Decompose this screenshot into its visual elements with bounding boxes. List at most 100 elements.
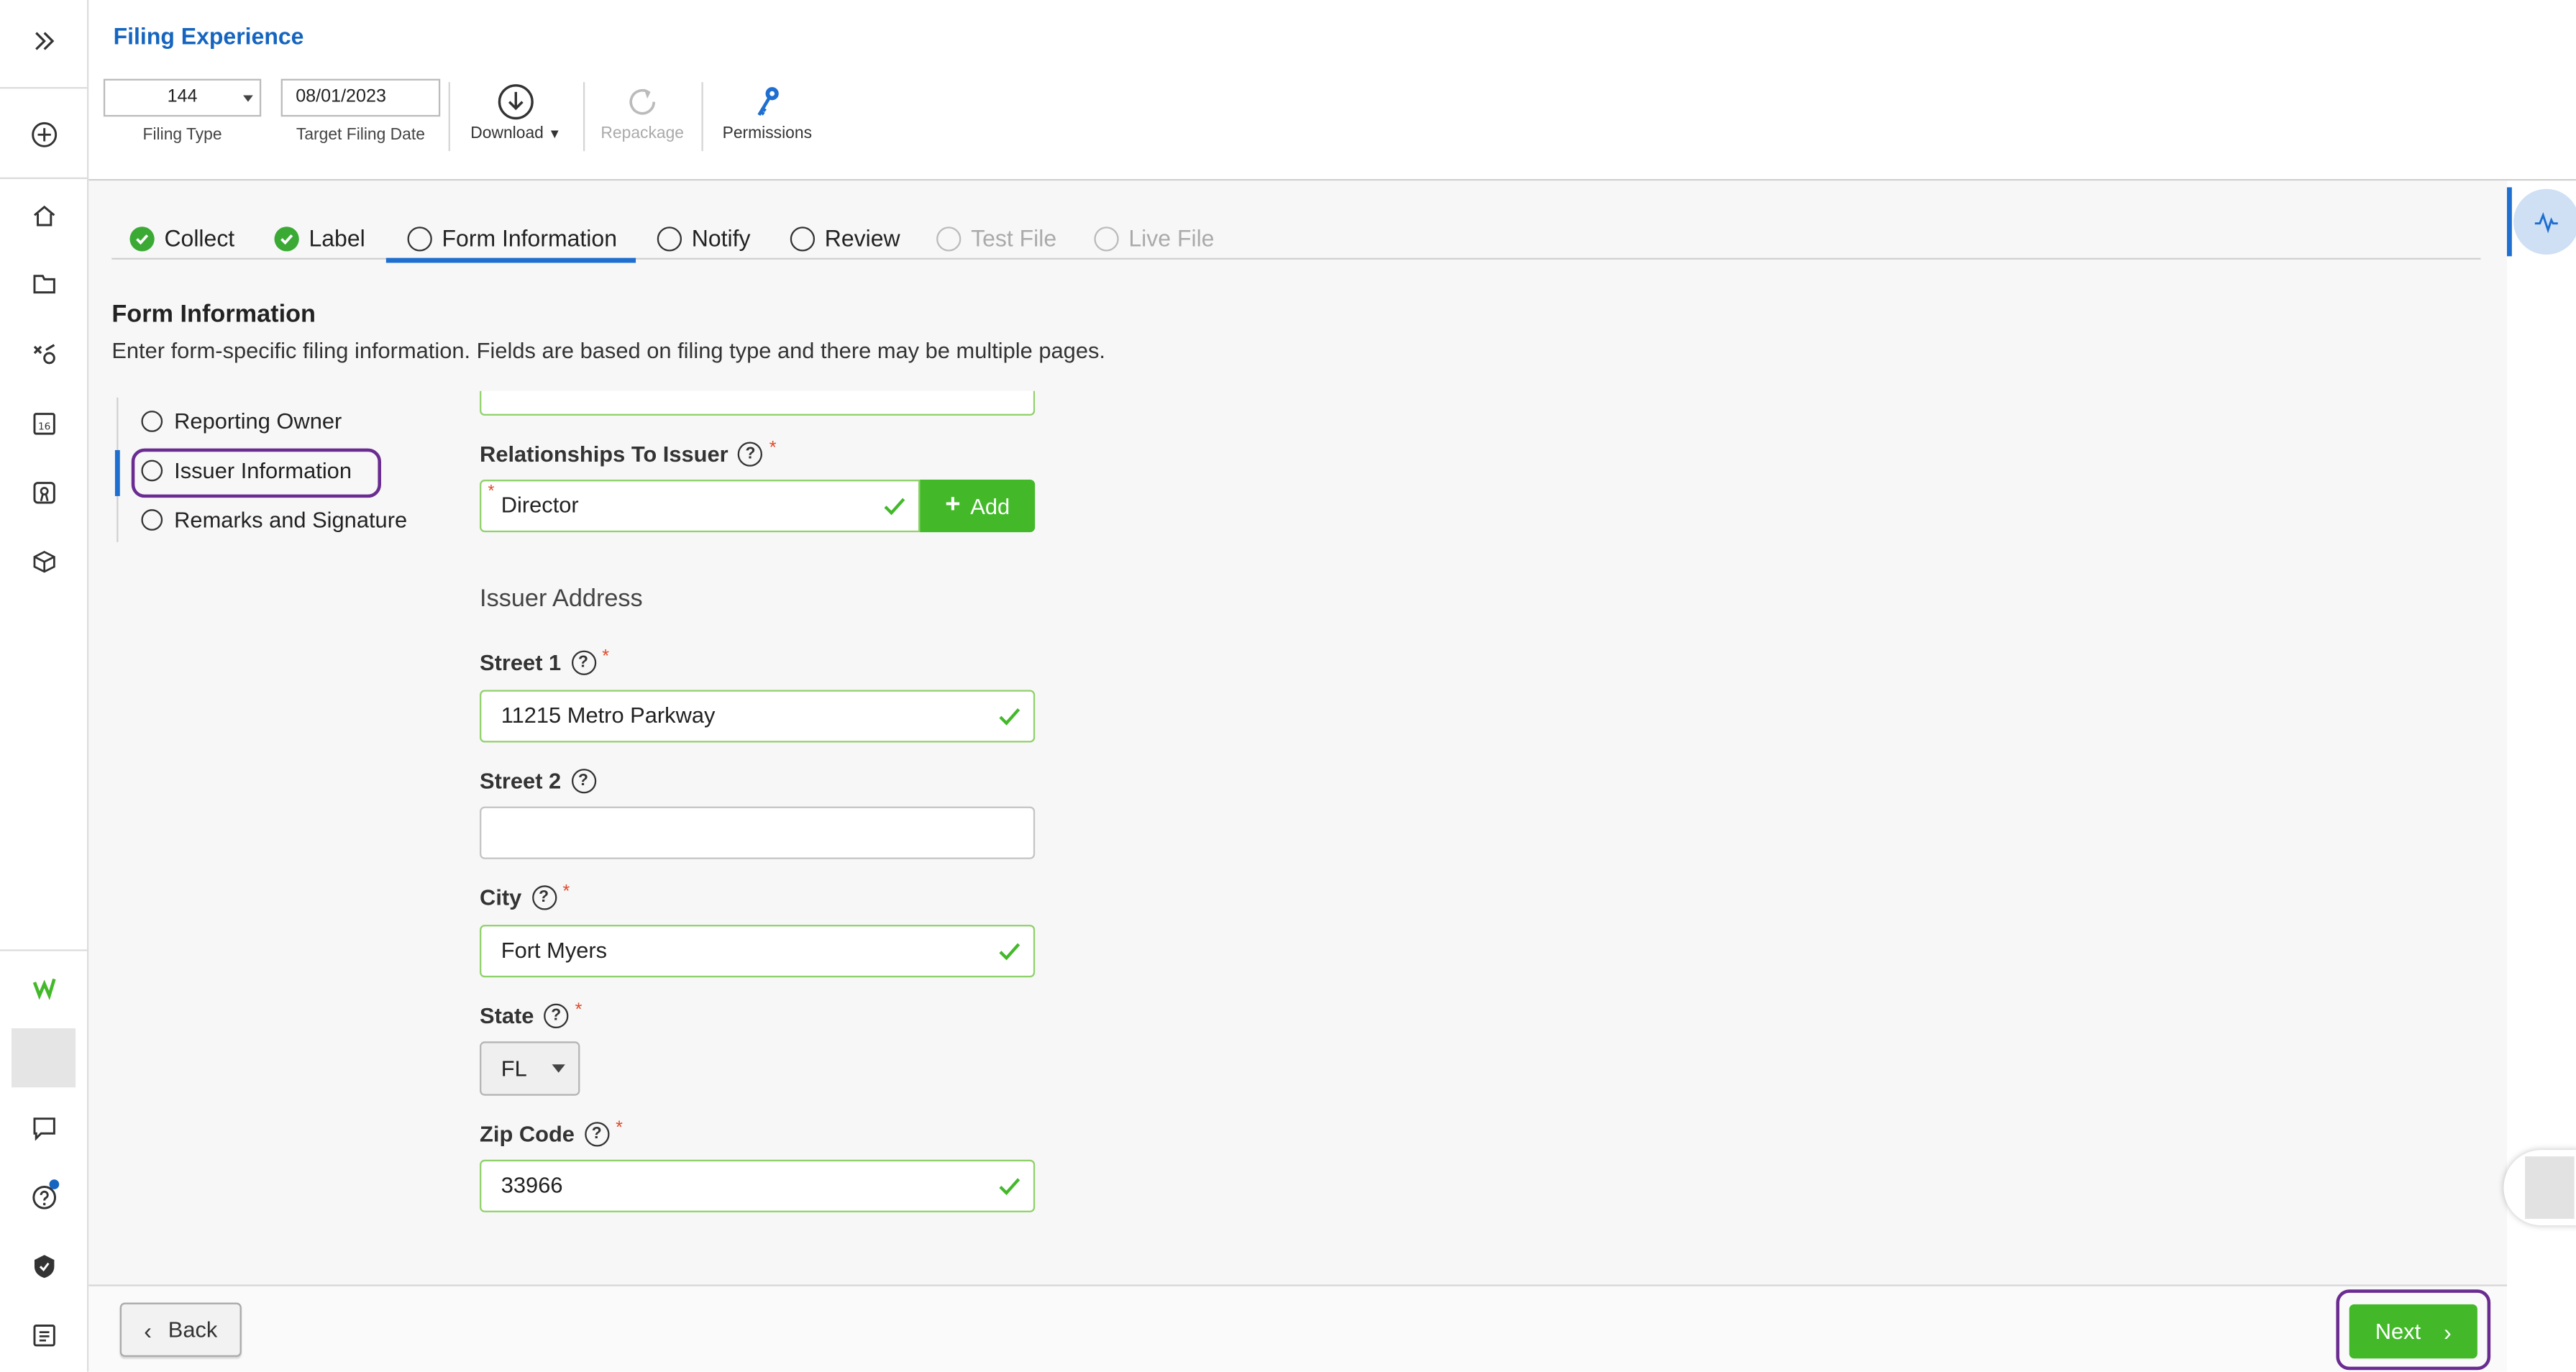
svg-text:16: 16	[38, 421, 50, 432]
street1-value: 11215 Metro Parkway	[501, 703, 716, 728]
state-select[interactable]: FL	[480, 1041, 580, 1096]
side-widget-handle[interactable]	[2503, 1150, 2576, 1226]
city-input[interactable]: Fort Myers	[480, 925, 1036, 978]
main-content: Collect Label Form Information Notify Re…	[88, 180, 2507, 1285]
repackage-button[interactable]: Repackage	[596, 82, 688, 143]
relationships-label: Relationships To Issuer ? *	[480, 438, 777, 467]
tab-label: Review	[824, 224, 900, 252]
city-label: City ? *	[480, 881, 570, 910]
street1-input[interactable]: 11215 Metro Parkway	[480, 690, 1036, 743]
toolbar-divider	[701, 82, 703, 152]
tab-review[interactable]: Review	[790, 217, 900, 260]
check-icon	[999, 943, 1020, 961]
permissions-key-icon	[715, 82, 820, 122]
required-marker: *	[575, 1000, 583, 1020]
next-label: Next	[2375, 1319, 2421, 1344]
subnav-active-indicator	[114, 449, 120, 496]
target-date-input[interactable]: 08/01/2023	[280, 78, 441, 117]
add-circle-icon[interactable]	[0, 109, 88, 161]
subnav-label: Reporting Owner	[174, 408, 342, 434]
tab-label: Label	[309, 224, 365, 252]
tab-notify[interactable]: Notify	[657, 217, 751, 260]
rail-placeholder	[11, 1028, 76, 1088]
chevron-down-icon: ▼	[548, 126, 562, 142]
label-text: State	[480, 1003, 534, 1029]
radio-empty-icon	[657, 226, 682, 251]
help-circle-icon[interactable]: ?	[570, 769, 596, 794]
folder-icon[interactable]	[0, 258, 88, 311]
subnav-label: Issuer Information	[174, 458, 352, 483]
label-text: Street 1	[480, 650, 562, 675]
shield-icon[interactable]	[0, 1240, 88, 1293]
next-button[interactable]: Next ›	[2349, 1304, 2477, 1359]
check-icon	[999, 708, 1020, 726]
target-date-label: Target Filing Date	[296, 126, 425, 145]
download-button[interactable]: Download ▼	[463, 82, 568, 143]
zip-input[interactable]: 33966	[480, 1159, 1036, 1212]
check-icon	[884, 498, 905, 516]
help-icon[interactable]	[0, 1171, 88, 1224]
tab-label: Live File	[1128, 224, 1215, 252]
certificate-icon[interactable]	[0, 467, 88, 519]
required-marker: *	[562, 881, 570, 901]
radio-empty-icon	[1094, 226, 1119, 251]
chat-icon[interactable]	[0, 1102, 88, 1155]
subnav-label: Remarks and Signature	[174, 507, 408, 533]
radio-empty-icon	[141, 459, 163, 482]
repackage-icon	[596, 82, 688, 122]
filing-type-select[interactable]: 144	[103, 78, 262, 117]
subnav-item-remarks-signature[interactable]: Remarks and Signature	[141, 508, 407, 532]
state-label: State ? *	[480, 1000, 582, 1029]
permissions-button[interactable]: Permissions	[715, 82, 820, 143]
subnav-item-issuer-information[interactable]: Issuer Information	[141, 458, 352, 483]
chevron-right-icon: ›	[2444, 1318, 2452, 1345]
tab-label: Form Information	[442, 224, 618, 252]
street1-label: Street 1 ? *	[480, 646, 609, 675]
download-icon	[463, 82, 568, 122]
notes-icon[interactable]	[0, 1309, 88, 1362]
help-circle-icon[interactable]: ?	[544, 1003, 569, 1029]
tab-form-information[interactable]: Form Information	[385, 217, 636, 263]
section-description: Enter form-specific filing information. …	[111, 338, 1105, 363]
subnav-item-reporting-owner[interactable]: Reporting Owner	[141, 409, 342, 434]
previous-field-input[interactable]	[480, 390, 1036, 416]
help-circle-icon[interactable]: ?	[531, 885, 557, 910]
back-button[interactable]: ‹ Back	[119, 1302, 242, 1357]
street2-input[interactable]	[480, 806, 1036, 859]
chevron-down-icon	[552, 1064, 565, 1073]
required-marker: *	[488, 483, 495, 501]
tasks-icon[interactable]	[0, 327, 88, 380]
state-value: FL	[501, 1056, 527, 1081]
radio-empty-icon	[141, 509, 163, 531]
rail-divider	[0, 177, 89, 179]
chevron-down-icon	[243, 95, 253, 102]
download-label: Download	[470, 124, 544, 143]
label-text: Relationships To Issuer	[480, 442, 729, 467]
help-circle-icon[interactable]: ?	[584, 1122, 609, 1147]
section-title: Form Information	[111, 301, 316, 329]
workiva-logo-icon[interactable]	[0, 961, 88, 1013]
tab-test-file[interactable]: Test File	[936, 217, 1056, 260]
activity-pulse-icon[interactable]	[2513, 188, 2576, 255]
footer: ‹ Back Next ›	[88, 1284, 2507, 1372]
help-circle-icon[interactable]: ?	[738, 442, 763, 467]
rail-divider	[0, 949, 89, 951]
repackage-label: Repackage	[600, 124, 684, 143]
cube-icon[interactable]	[0, 536, 88, 588]
tab-collect[interactable]: Collect	[129, 217, 234, 260]
expand-icon[interactable]	[0, 15, 88, 68]
add-relationship-button[interactable]: + Add	[920, 480, 1036, 533]
radio-empty-icon	[141, 411, 163, 432]
tab-label: Notify	[691, 224, 751, 252]
calendar-icon[interactable]: 16	[0, 398, 88, 450]
home-icon[interactable]	[0, 189, 88, 242]
app-root: 16 Filing Experience 144 Filing Type 08/…	[0, 0, 2576, 1372]
rail-divider	[0, 87, 89, 89]
help-circle-icon[interactable]: ?	[570, 650, 596, 675]
app-title: Filing Experience	[113, 22, 304, 50]
tab-label-step[interactable]: Label	[274, 217, 365, 260]
radio-empty-icon	[790, 226, 816, 251]
tab-live-file[interactable]: Live File	[1094, 217, 1214, 260]
relationship-input[interactable]: * Director	[480, 480, 921, 533]
issuer-address-heading: Issuer Address	[480, 585, 643, 613]
